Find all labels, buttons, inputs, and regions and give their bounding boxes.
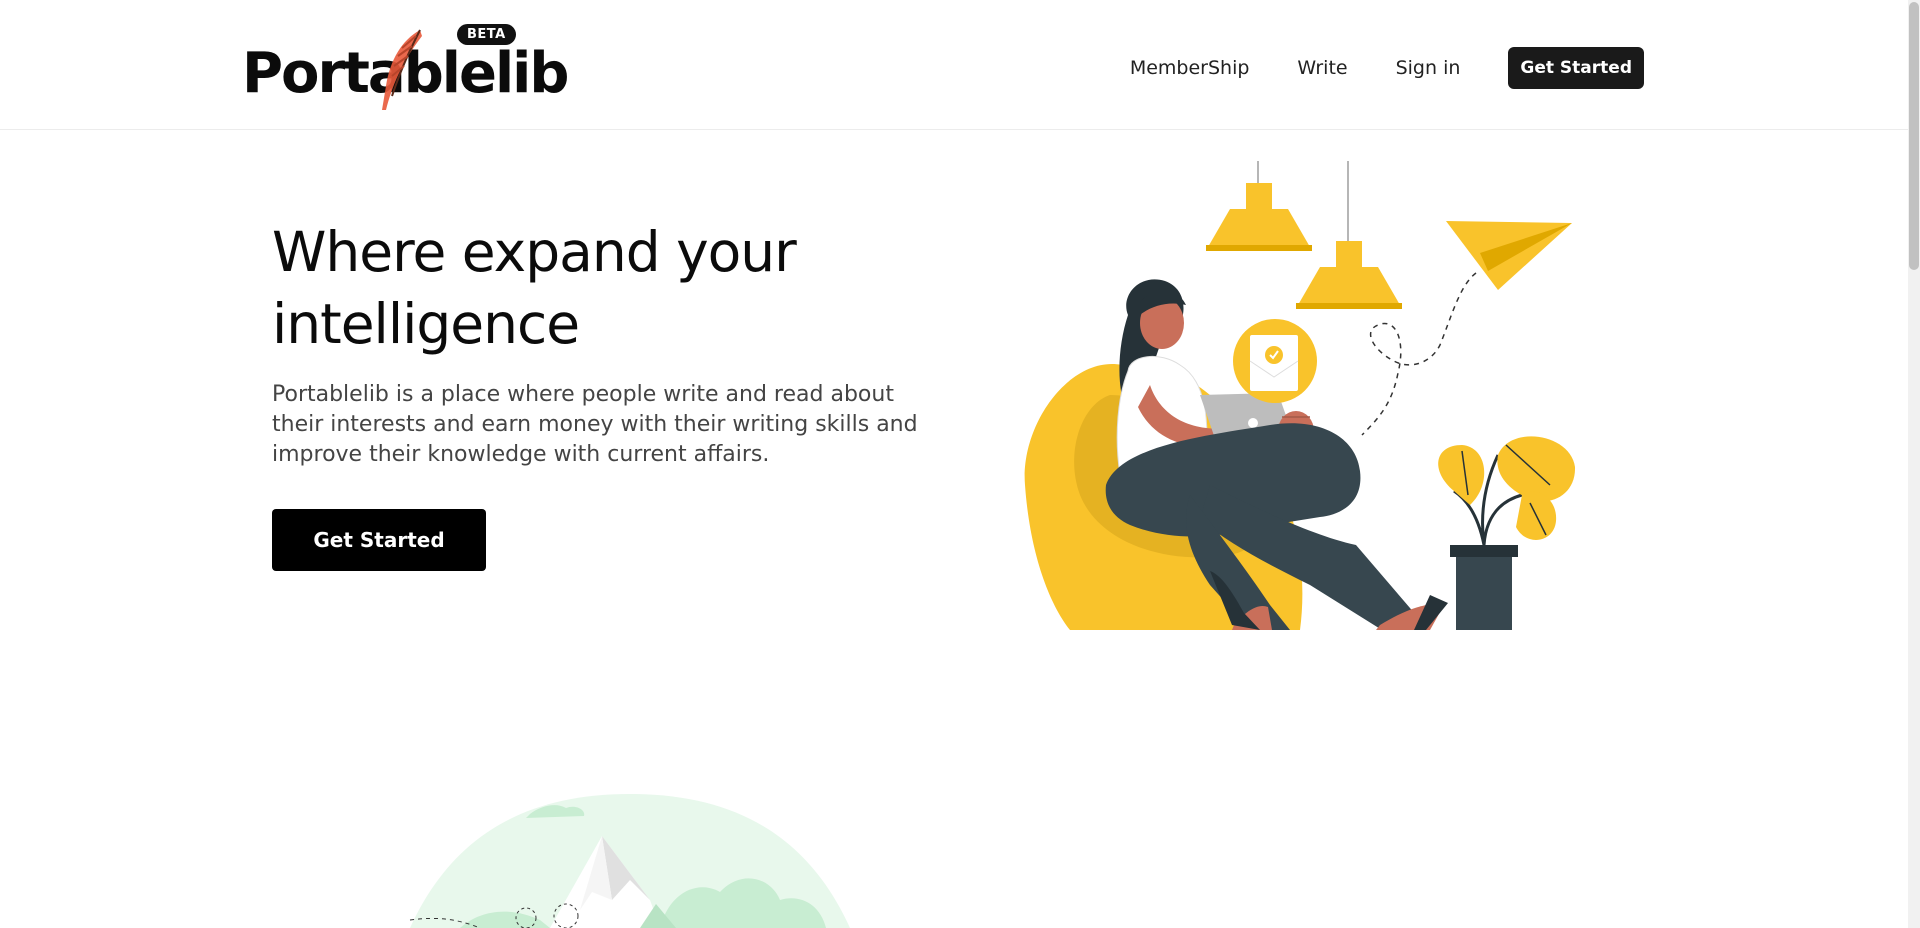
scrollbar[interactable] bbox=[1908, 0, 1920, 928]
beta-badge: BETA bbox=[457, 24, 516, 45]
site-header: Portablelib BETA MemberShip Write Sign i… bbox=[0, 0, 1908, 130]
woman-reading-illustration bbox=[1024, 161, 1576, 630]
nav-sign-in-link[interactable]: Sign in bbox=[1396, 57, 1461, 79]
nav-membership-link[interactable]: MemberShip bbox=[1130, 57, 1250, 79]
feather-icon bbox=[382, 29, 422, 110]
main-nav: MemberShip Write Sign in Get Started bbox=[1130, 47, 1644, 89]
hero-title: Where expand your intelligence bbox=[272, 220, 797, 356]
scrollbar-thumb[interactable] bbox=[1909, 2, 1919, 270]
nav-write-link[interactable]: Write bbox=[1297, 57, 1347, 79]
mountain-illustration bbox=[409, 794, 850, 928]
header-get-started-button[interactable]: Get Started bbox=[1508, 47, 1644, 89]
hero-description: Portablelib is a place where people writ… bbox=[272, 382, 918, 467]
logo[interactable]: Portablelib BETA bbox=[242, 22, 582, 112]
hero-get-started-button[interactable]: Get Started bbox=[272, 509, 486, 571]
page: Portablelib BETA MemberShip Write Sign i… bbox=[0, 0, 1920, 928]
